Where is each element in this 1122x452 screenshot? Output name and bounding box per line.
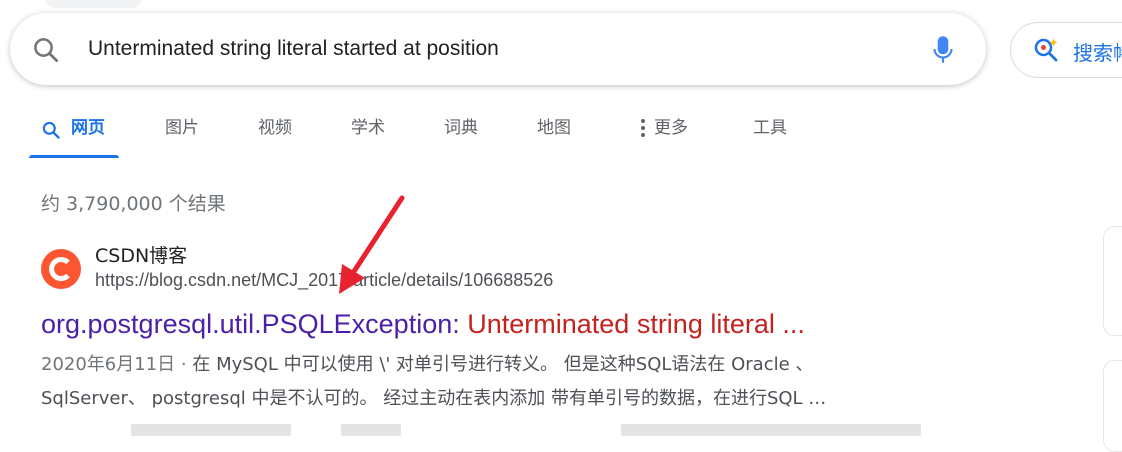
result-title-part1: org.postgresql.util.PSQLException: [41, 309, 468, 339]
tab-images[interactable]: 图片 [165, 105, 199, 155]
tab-label: 更多 [654, 118, 688, 138]
snippet-line-2: SqlServer、 postgresql 中是不认可的。 经过主动在表内添加 … [41, 388, 827, 409]
image-search-label: 搜索帾 [1073, 41, 1122, 65]
microphone-icon[interactable] [930, 33, 956, 67]
tab-dictionary[interactable]: 词典 [444, 105, 478, 155]
tab-label: 网页 [71, 118, 105, 138]
date-separator: · [175, 354, 193, 375]
result-date: 2020年6月11日 [41, 354, 176, 375]
result-title-part2: Unterminated string literal ... [467, 309, 805, 339]
tab-more[interactable]: 更多 [641, 105, 688, 155]
snippet-line-1: 在 MySQL 中可以使用 \' 对单引号进行转义。 但是这种SQL语法在 Or… [192, 354, 814, 375]
tab-tools[interactable]: 工具 [753, 105, 787, 155]
tab-videos[interactable]: 视频 [258, 105, 292, 155]
search-input[interactable]: Unterminated string literal started at p… [88, 35, 499, 63]
side-panel-card [1103, 226, 1122, 336]
next-result-partial [41, 420, 941, 436]
image-search-button[interactable]: 搜索帾 [1010, 22, 1122, 78]
tab-label: 图片 [165, 118, 199, 138]
search-icon[interactable] [31, 35, 61, 65]
tab-label: 词典 [444, 118, 478, 138]
search-box[interactable]: Unterminated string literal started at p… [10, 13, 986, 85]
lens-icon [1034, 38, 1058, 62]
top-chip [45, 0, 141, 8]
tab-scholar[interactable]: 学术 [351, 105, 385, 155]
tab-maps[interactable]: 地图 [537, 105, 571, 155]
search-icon [42, 121, 60, 139]
result-snippet: 2020年6月11日 · 在 MySQL 中可以使用 \' 对单引号进行转义。 … [41, 348, 941, 416]
csdn-logo-icon [49, 257, 70, 281]
result-count: 约 3,790,000 个结果 [41, 193, 226, 215]
tab-label: 学术 [351, 118, 385, 138]
site-favicon[interactable] [41, 249, 81, 289]
tab-label: 视频 [258, 118, 292, 138]
site-name[interactable]: CSDN博客 [95, 241, 187, 268]
tab-label: 工具 [753, 118, 787, 138]
more-dots-icon [641, 119, 645, 137]
search-tabs: 网页 图片 视频 学术 词典 地图 更多 工具 [0, 105, 1122, 157]
annotation-arrow [339, 195, 405, 294]
side-panel-card [1103, 360, 1122, 452]
active-tab-indicator [29, 155, 119, 158]
tab-label: 地图 [537, 118, 571, 138]
result-title-link[interactable]: org.postgresql.util.PSQLException: Unter… [41, 306, 805, 342]
